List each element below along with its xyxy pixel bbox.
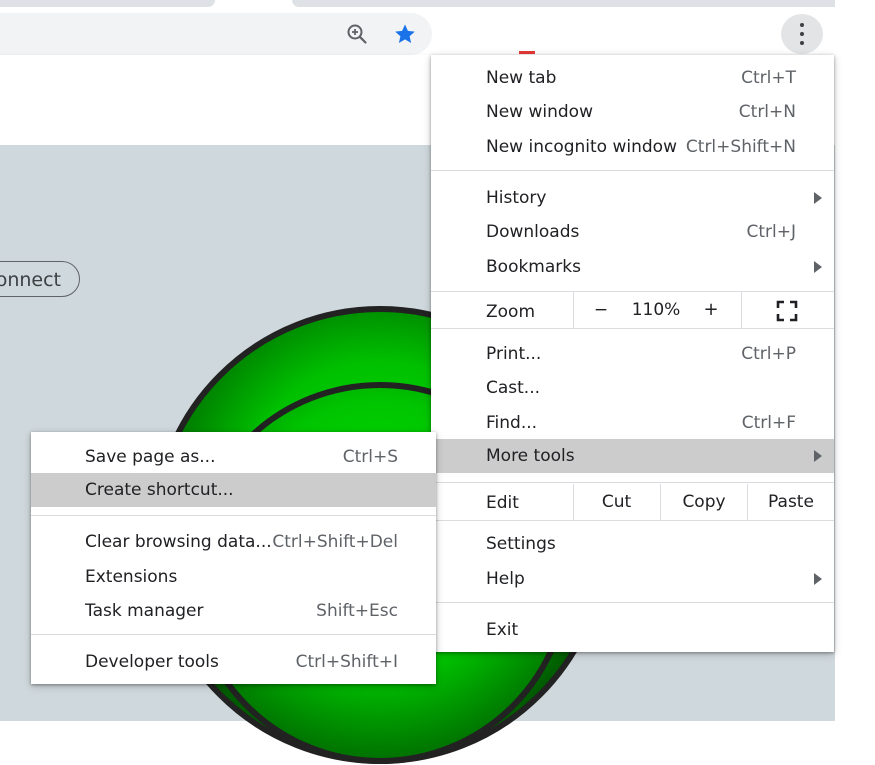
notification-mark	[519, 51, 535, 54]
menu-separator	[431, 520, 834, 521]
menu-item-new-incognito[interactable]: New incognito window Ctrl+Shift+N	[431, 130, 834, 164]
kebab-menu-icon[interactable]	[781, 14, 823, 54]
menu-item-label: Exit	[486, 620, 519, 640]
zoom-out-button[interactable]: −	[589, 292, 613, 328]
menu-item-shortcut: Ctrl+Shift+Del	[272, 532, 398, 552]
menu-item-cast[interactable]: Cast...	[431, 371, 834, 405]
submenu-arrow-icon	[814, 450, 822, 462]
menu-item-new-window[interactable]: New window Ctrl+N	[431, 95, 834, 129]
paste-button[interactable]: Paste	[748, 484, 834, 520]
inactive-tab[interactable]	[0, 0, 215, 7]
menu-item-help[interactable]: Help	[431, 562, 834, 596]
menu-item-find[interactable]: Find... Ctrl+F	[431, 406, 834, 440]
menu-item-shortcut: Ctrl+F	[741, 413, 796, 433]
menu-item-bookmarks[interactable]: Bookmarks	[431, 250, 834, 284]
menu-item-label: Bookmarks	[486, 257, 581, 277]
menu-item-shortcut: Ctrl+J	[746, 222, 796, 242]
menu-item-label: History	[486, 188, 547, 208]
menu-item-history[interactable]: History	[431, 181, 834, 215]
menu-item-shortcut: Ctrl+T	[741, 68, 796, 88]
fullscreen-icon[interactable]	[776, 300, 798, 322]
zoom-in-icon[interactable]	[345, 22, 369, 46]
menu-item-label: More tools	[486, 446, 575, 466]
menu-item-create-shortcut[interactable]: Create shortcut...	[31, 473, 436, 507]
copy-button[interactable]: Copy	[661, 484, 747, 520]
zoom-in-button[interactable]: +	[698, 292, 724, 328]
chrome-main-menu: New tab Ctrl+T New window Ctrl+N New inc…	[431, 55, 834, 652]
more-tools-submenu: Save page as... Ctrl+S Create shortcut..…	[31, 432, 436, 684]
star-icon[interactable]	[393, 22, 417, 46]
menu-item-print[interactable]: Print... Ctrl+P	[431, 337, 834, 371]
menu-item-label: Downloads	[486, 222, 580, 242]
menu-item-label: Extensions	[85, 567, 178, 587]
menu-item-save-page[interactable]: Save page as... Ctrl+S	[31, 440, 436, 474]
menu-separator	[31, 515, 436, 516]
connect-button[interactable]: onnect	[0, 261, 80, 297]
zoom-divider	[573, 292, 574, 328]
menu-item-shortcut: Ctrl+P	[741, 344, 796, 364]
submenu-arrow-icon	[814, 192, 822, 204]
menu-item-label: New window	[486, 102, 593, 122]
menu-item-more-tools[interactable]: More tools	[431, 439, 834, 473]
menu-item-settings[interactable]: Settings	[431, 527, 834, 561]
menu-item-task-manager[interactable]: Task manager Shift+Esc	[31, 594, 436, 628]
menu-item-downloads[interactable]: Downloads Ctrl+J	[431, 215, 834, 249]
menu-item-clear-browsing-data[interactable]: Clear browsing data... Ctrl+Shift+Del	[31, 525, 436, 559]
cut-button[interactable]: Cut	[574, 484, 659, 520]
menu-separator	[431, 602, 834, 603]
menu-item-shortcut: Ctrl+Shift+I	[295, 652, 398, 672]
submenu-arrow-icon	[814, 261, 822, 273]
menu-item-label: Developer tools	[85, 652, 219, 672]
page-header-card	[0, 55, 432, 145]
menu-separator	[31, 634, 436, 635]
menu-separator	[431, 170, 834, 171]
menu-row-edit: Edit Cut Copy Paste	[431, 484, 834, 520]
menu-separator	[431, 482, 834, 483]
menu-item-label: Create shortcut...	[85, 480, 234, 500]
menu-item-label: Print...	[486, 344, 542, 364]
menu-item-label: Cast...	[486, 378, 541, 398]
tab-strip	[0, 0, 837, 12]
menu-item-shortcut: Ctrl+S	[342, 447, 398, 467]
zoom-label: Zoom	[486, 302, 536, 322]
menu-item-label: Find...	[486, 413, 538, 433]
inactive-tab-right[interactable]	[292, 0, 837, 7]
menu-item-label: Clear browsing data...	[85, 532, 272, 552]
menu-item-developer-tools[interactable]: Developer tools Ctrl+Shift+I	[31, 645, 436, 679]
menu-separator	[431, 328, 834, 329]
menu-item-extensions[interactable]: Extensions	[31, 560, 436, 594]
submenu-arrow-icon	[814, 573, 822, 585]
zoom-value: 110%	[631, 300, 681, 320]
menu-item-exit[interactable]: Exit	[431, 613, 834, 647]
zoom-divider	[741, 292, 742, 328]
menu-item-label: Task manager	[85, 601, 204, 621]
menu-item-label: Help	[486, 569, 525, 589]
menu-item-label: Save page as...	[85, 447, 216, 467]
menu-item-shortcut: Ctrl+N	[738, 102, 796, 122]
menu-item-label: New tab	[486, 68, 557, 88]
menu-item-label: Settings	[486, 534, 556, 554]
edit-label: Edit	[486, 493, 519, 513]
menu-item-shortcut: Shift+Esc	[316, 601, 398, 621]
menu-item-label: New incognito window	[486, 137, 677, 157]
menu-item-new-tab[interactable]: New tab Ctrl+T	[431, 61, 834, 95]
menu-item-shortcut: Ctrl+Shift+N	[685, 137, 796, 157]
window-edge	[835, 0, 875, 721]
menu-row-zoom: Zoom − 110% +	[431, 292, 834, 328]
